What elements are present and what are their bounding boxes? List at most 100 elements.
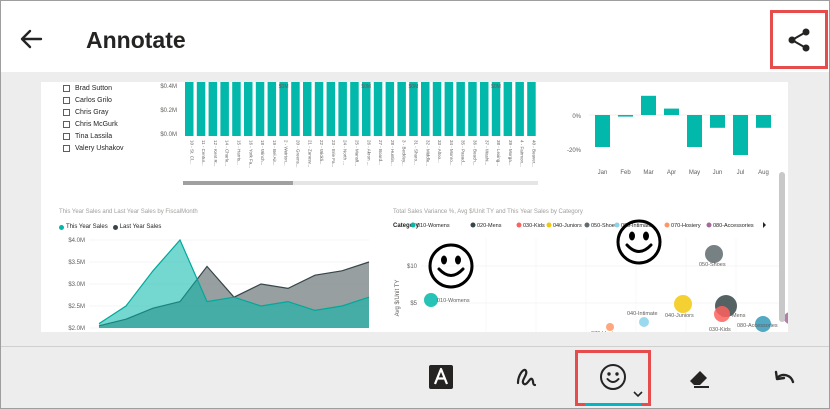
slicer-item-label: Brad Sutton [75,84,112,92]
undo-button[interactable] [763,357,807,397]
bar [456,82,465,136]
x-tick: 23 - Erie Fa... [331,140,336,167]
x-tick: 40 - Beaver... [531,140,536,167]
x-tick: 21 - Zanesv... [307,140,312,167]
x-tick: 38 - Lexing... [496,140,501,166]
eraser-icon [690,371,709,388]
y-tick: $0.0M [160,132,177,138]
pen-tool-button[interactable] [504,357,548,397]
annotation-canvas[interactable]: Brad Sutton Carlos Grilo Chris Gray Chris M… [1,72,829,346]
y-tick: -20% [567,148,582,154]
variance-bar [710,115,725,128]
legend-dot [546,222,552,228]
legend-title: Category [393,223,420,229]
x-tick: 26 - Akron ... [366,140,371,166]
checkbox[interactable] [63,120,70,128]
legend-item: 050-Shoes [591,223,618,229]
bar [303,82,312,136]
legend-dot-last-year [112,224,118,230]
legend-item: 040-Juniors [553,223,582,229]
share-button[interactable] [770,10,828,69]
checkbox[interactable] [63,144,70,152]
slicer-item[interactable]: Valery Ushakov [63,142,124,154]
x-tick: 32 - Middle... [425,140,430,166]
bar [480,82,489,136]
stamp-tool-button[interactable] [591,357,635,397]
scatter-point [705,245,723,263]
bar [515,82,524,136]
slicer-item[interactable]: Chris Gray [63,106,124,118]
header-bar: Annotate [1,1,829,72]
checkbox[interactable] [63,108,70,116]
bar [338,82,347,136]
bar [432,82,442,136]
variance-bar [618,115,633,117]
y-tick: $3.0M [68,282,85,288]
slicer-item[interactable]: Brad Sutton [63,82,124,94]
bar [373,82,383,136]
variance-bar [664,108,679,115]
undo-icon [774,370,795,384]
slicer-item-label: Chris McGurk [75,120,118,128]
x-tick: 20 - Greens... [295,140,300,168]
variance-bar [733,115,748,155]
smiley-stamp[interactable] [615,218,663,266]
x-tick: 4 - Fairmon... [520,140,525,167]
variance-bar [641,95,656,115]
slicer-item[interactable]: Tina Lassila [63,130,124,142]
x-tick: 15 - Harris... [236,140,241,165]
legend-dot [516,222,522,228]
x-tick: 11 - Centur... [201,140,206,166]
point-label: 050-Shoes [699,262,726,268]
checkbox[interactable] [63,96,70,104]
scatter-point [674,295,692,313]
vertical-scrollbar[interactable] [779,172,785,322]
y-tick: $4.0M [68,238,85,244]
legend-dot-this-year [59,224,64,230]
scatter-point [424,293,438,307]
legend-item: 010-Womens [417,223,450,229]
horizontal-scrollbar-thumb[interactable] [183,181,293,185]
legend-item: 080-Accessories [713,223,754,229]
bar [244,82,253,136]
salesperson-slicer: Brad Sutton Carlos Grilo Chris Gray Chris M… [63,82,124,154]
x-tick: 35 - Pasad... [461,140,466,166]
y-tick: $2.0M [68,326,85,332]
legend-dot [584,222,590,228]
x-tick: 2 - Weirton... [284,140,289,166]
y-axis-label: Avg $/Unit TY [395,280,401,317]
line-chart-title: This Year Sales and Last Year Sales by F… [59,209,198,215]
eraser-tool-button[interactable] [677,357,721,397]
slicer-item[interactable]: Chris McGurk [63,118,124,130]
scatter-chart-title: Total Sales Variance %, Avg $/Unit TY an… [393,209,583,215]
smiley-stamp[interactable] [427,242,475,290]
page-title: Annotate [86,27,186,53]
bar [232,82,241,136]
bar [255,82,265,136]
point-label: 080-Accessories [737,323,778,329]
bar [208,82,218,136]
store-bar-chart: $0.4M $0.2M $0.0M 10 - St. Cl... 11 - Cen… [160,82,538,185]
legend-scroll-arrow[interactable] [763,222,766,228]
slicer-item-label: Tina Lassila [75,132,113,140]
scatter-point [714,306,730,322]
checkbox[interactable] [63,132,70,140]
point-label: 040-Intimate [627,311,658,317]
scatter-point [606,323,614,331]
y-tick: $3.5M [68,260,85,266]
chevron-down-icon[interactable] [633,390,643,398]
bar [491,82,501,136]
y-tick: $2.5M [68,304,85,310]
bar [468,82,477,136]
month-label: Jul [737,170,745,176]
back-button[interactable] [15,23,47,55]
slicer-item[interactable]: Carlos Grilo [63,94,124,106]
point-label: 010-Womens [437,298,470,304]
checkbox[interactable] [63,84,70,92]
x-tick: 36 - Beach... [472,140,477,166]
share-icon [788,28,810,51]
variance-bar [687,115,702,147]
text-tool-button[interactable] [419,357,463,397]
variance-bar [595,115,610,147]
bar [421,82,430,136]
